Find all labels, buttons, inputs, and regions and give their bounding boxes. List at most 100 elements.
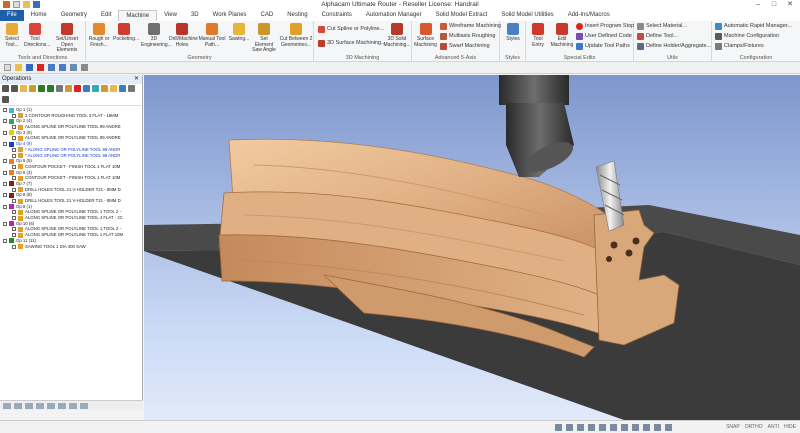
footer-icon[interactable] [69, 402, 77, 409]
solid-machining-3d-button[interactable]: 3D Solid Machining... [383, 23, 411, 48]
status-icon[interactable] [566, 424, 573, 431]
visibility-checkbox[interactable] [3, 159, 7, 164]
visibility-checkbox[interactable] [3, 119, 7, 124]
move-up-icon[interactable] [38, 85, 45, 92]
remove-icon[interactable] [74, 85, 81, 92]
tab-edit[interactable]: Edit [94, 10, 118, 21]
tool-directions-button[interactable]: Tool Directions... [24, 23, 50, 48]
tab-work-planes[interactable]: Work Planes [206, 10, 254, 21]
visibility-checkbox[interactable] [3, 130, 7, 135]
undo-icon[interactable] [48, 64, 55, 71]
visibility-checkbox[interactable] [3, 108, 7, 112]
collapse-icon[interactable] [11, 85, 18, 92]
status-icon[interactable] [665, 424, 672, 431]
tool-entry-button[interactable]: Tool Entry [527, 23, 549, 48]
visibility-checkbox[interactable] [12, 244, 16, 249]
visibility-checkbox[interactable] [3, 170, 7, 175]
tab-home[interactable]: Home [24, 10, 54, 21]
drill-holes-button[interactable]: Drill/Machine Holes [169, 23, 198, 48]
expand-icon[interactable] [2, 85, 9, 92]
arrow-icon[interactable] [56, 85, 63, 92]
move-down-icon[interactable] [47, 85, 54, 92]
user-code-button[interactable]: User Defined Code [576, 32, 632, 41]
define-holder-button[interactable]: Define Holder/Aggregate... [637, 42, 711, 51]
auto-rapid-button[interactable]: Automatic Rapid Manager... [715, 22, 792, 31]
manual-tool-path-button[interactable]: Manual Tool Path... [198, 23, 226, 48]
tab-automation-manager[interactable]: Automation Manager [359, 10, 429, 21]
anti-mode[interactable]: ANTI [768, 423, 779, 432]
visibility-checkbox[interactable] [12, 176, 16, 181]
pocketing-button[interactable]: Pocketing... [113, 23, 139, 43]
new-file-icon[interactable] [4, 64, 11, 71]
close-icon[interactable]: ✕ [782, 0, 798, 10]
footer-icon[interactable] [80, 402, 88, 409]
zoom-icon[interactable] [70, 64, 77, 71]
footer-icon[interactable] [58, 402, 66, 409]
multiaxis-roughing-button[interactable]: Multiaxis Roughing [440, 32, 495, 41]
tab-constraints[interactable]: Constraints [315, 10, 359, 21]
footer-icon[interactable] [47, 402, 55, 409]
cut-between-button[interactable]: Cut Between 2 Geometries... [279, 23, 313, 48]
select-tool-button[interactable]: Select Tool... [1, 23, 23, 48]
visibility-checkbox[interactable] [3, 181, 7, 186]
visibility-checkbox[interactable] [12, 199, 16, 203]
visibility-checkbox[interactable] [12, 136, 16, 141]
visibility-checkbox[interactable] [12, 233, 16, 238]
status-icon[interactable] [632, 424, 639, 431]
engineering-3d-button[interactable]: 3D Engineering... [141, 23, 172, 48]
tab-geometry[interactable]: Geometry [54, 10, 94, 21]
styles-button[interactable]: Styles [502, 23, 524, 43]
rough-finish-button[interactable]: Rough or Finish... [88, 23, 110, 48]
visibility-checkbox[interactable] [12, 216, 16, 221]
status-icon[interactable] [588, 424, 595, 431]
filter-icon[interactable] [2, 95, 9, 103]
surface-machining-3d-button[interactable]: 3D Surface Machining... [318, 39, 386, 48]
delete-icon[interactable] [37, 64, 44, 71]
status-icon[interactable] [577, 424, 584, 431]
machine-config-button[interactable]: Machine Configuration [715, 32, 779, 41]
cut-spline-button[interactable]: Cut Spline or Polyline... [318, 25, 384, 34]
status-icon[interactable] [654, 424, 661, 431]
panel-close-icon[interactable]: ✕ [134, 75, 139, 84]
edit-icon[interactable] [65, 85, 72, 92]
operation-row[interactable]: SAWING TOOL 1 DIA 400 SAW [0, 244, 142, 250]
footer-icon[interactable] [14, 402, 22, 409]
ortho-mode[interactable]: ORTHO [745, 423, 763, 432]
visible-icon[interactable] [92, 85, 99, 92]
tab-file[interactable]: File [0, 10, 24, 21]
status-icon[interactable] [643, 424, 650, 431]
visibility-checkbox[interactable] [12, 210, 16, 215]
wireframe-machining-button[interactable]: Wireframe Machining [440, 22, 501, 31]
edit-machining-button[interactable]: Edit Machining [550, 23, 574, 48]
tab-add-ins[interactable]: Add-Ins/Macros [561, 10, 617, 21]
update-paths-button[interactable]: Update Tool Paths [576, 42, 630, 51]
3d-viewport[interactable] [144, 75, 800, 420]
settings-icon[interactable] [128, 85, 135, 92]
tree-icon[interactable] [119, 85, 126, 92]
status-icon[interactable] [610, 424, 617, 431]
status-icon[interactable] [621, 424, 628, 431]
select-material-button[interactable]: Select Material... [637, 22, 687, 31]
open-file-icon[interactable] [15, 64, 22, 71]
visibility-checkbox[interactable] [3, 221, 7, 226]
insert-stop-button[interactable]: Insert Program Stop [576, 22, 634, 31]
visibility-checkbox[interactable] [12, 113, 16, 118]
footer-icon[interactable] [3, 402, 11, 409]
visibility-checkbox[interactable] [12, 164, 16, 169]
redo-icon[interactable] [59, 64, 66, 71]
visibility-checkbox[interactable] [12, 147, 16, 152]
pan-icon[interactable] [81, 64, 88, 71]
sawing-button[interactable]: Sawing... [228, 23, 250, 43]
footer-icon[interactable] [25, 402, 33, 409]
tab-solid-model-utilities[interactable]: Solid Model Utilities [494, 10, 560, 21]
visibility-checkbox[interactable] [3, 193, 7, 198]
hide-mode[interactable]: HIDE [784, 423, 796, 432]
visibility-checkbox[interactable] [12, 187, 16, 192]
tab-3d[interactable]: 3D [184, 10, 206, 21]
tab-machine[interactable]: Machine [118, 10, 158, 21]
snap-mode[interactable]: SNAP [726, 423, 740, 432]
user-icon[interactable] [101, 85, 108, 92]
clamps-button[interactable]: Clamps/Fixtures [715, 42, 764, 51]
status-icon[interactable] [555, 424, 562, 431]
tab-solid-model-extract[interactable]: Solid Model Extract [429, 10, 495, 21]
